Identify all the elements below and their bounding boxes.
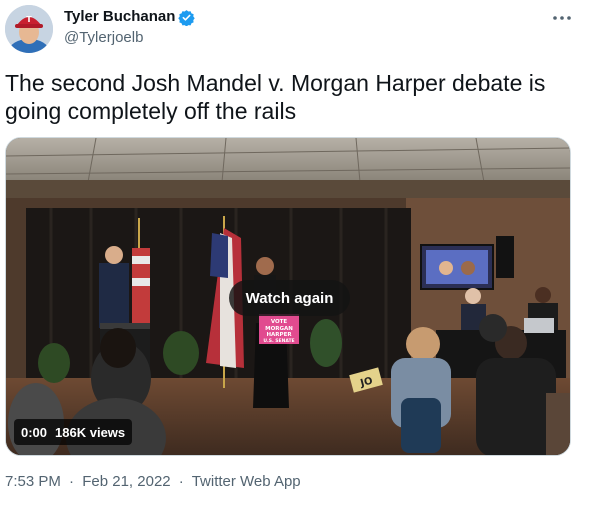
- more-dots-icon[interactable]: [550, 6, 574, 30]
- tweet-date[interactable]: Feb 21, 2022: [82, 473, 170, 490]
- verified-badge-icon: [178, 9, 195, 27]
- tweet-header: T Tyler Buchanan @Tylerjoelb: [0, 0, 591, 60]
- sign-line-1: VOTE: [271, 319, 288, 325]
- separator: ·: [178, 473, 184, 490]
- watch-again-button[interactable]: Watch again: [229, 280, 350, 316]
- video-player[interactable]: VOTE MORGAN HARPER U.S. SENATE JO Watch …: [5, 137, 571, 456]
- avatar[interactable]: T: [5, 5, 53, 53]
- avatar-cap-letter: T: [26, 15, 32, 24]
- tweet-timestamp: 7:53 PM · Feb 21, 2022 · Twitter Web App: [5, 473, 301, 490]
- sign-line-3: HARPER: [266, 332, 292, 338]
- author-name[interactable]: Tyler Buchanan: [64, 8, 175, 25]
- tweet-time[interactable]: 7:53 PM: [5, 473, 61, 490]
- sign-line-4: U.S. SENATE: [263, 338, 294, 344]
- video-views: 186K views: [55, 424, 126, 440]
- separator: ·: [69, 473, 75, 490]
- tweet-text: The second Josh Mandel v. Morgan Harper …: [5, 70, 546, 124]
- tweet-source[interactable]: Twitter Web App: [192, 473, 301, 490]
- avatar-image: T: [5, 5, 53, 53]
- author-handle[interactable]: @Tylerjoelb: [64, 29, 143, 46]
- video-stats: 0:00 186K views: [14, 419, 133, 445]
- video-time: 0:00: [21, 424, 48, 440]
